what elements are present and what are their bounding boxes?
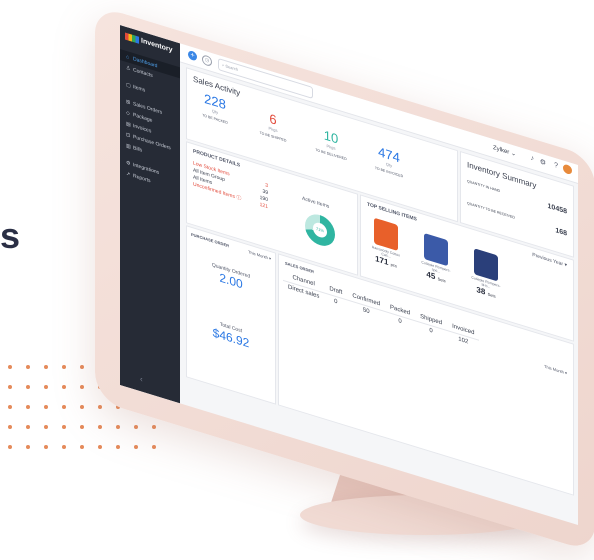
row-value: 121 bbox=[259, 201, 268, 211]
stat-to-be-shipped[interactable]: 6 Pkgs TO BE SHIPPED bbox=[253, 107, 293, 151]
decorative-dot bbox=[116, 425, 120, 429]
purchase-order-card: PURCHASE ORDER This Month ▾ Quantity Ord… bbox=[186, 225, 276, 405]
decorative-dot bbox=[26, 405, 30, 409]
decorative-dot bbox=[152, 445, 156, 449]
period-dropdown[interactable]: This Month ▾ bbox=[248, 249, 271, 261]
help-icon[interactable]: ? bbox=[554, 162, 558, 170]
decorative-dot bbox=[116, 445, 120, 449]
package-icon: ◇ bbox=[126, 109, 130, 117]
decorative-dot bbox=[44, 445, 48, 449]
nav-label: Bills bbox=[133, 144, 143, 154]
decorative-dot bbox=[80, 405, 84, 409]
bill-icon: ▥ bbox=[126, 142, 131, 150]
active-items-donut: 71% bbox=[305, 210, 335, 250]
decorative-dot bbox=[62, 405, 66, 409]
org-name: Zylker bbox=[492, 145, 510, 157]
donut-percent: 71% bbox=[313, 221, 327, 240]
collapse-sidebar-icon[interactable]: ‹ bbox=[140, 374, 143, 384]
decorative-dot bbox=[44, 405, 48, 409]
stage: s Inventory ⌂ Dashboard ♙ Contacts ▢ Ite… bbox=[0, 0, 594, 560]
qty-value: 38 bbox=[476, 284, 486, 297]
total-cost-block: Total Cost $46.92 bbox=[187, 311, 275, 358]
decorative-dot bbox=[44, 425, 48, 429]
decorative-dot bbox=[26, 425, 30, 429]
decorative-dot bbox=[98, 405, 102, 409]
stat-to-be-invoiced[interactable]: 474 Qty TO BE INVOICED bbox=[369, 142, 409, 186]
cart-icon: ⊞ bbox=[126, 98, 131, 106]
stat-to-be-packed[interactable]: 228 Qty TO BE PACKED bbox=[195, 89, 235, 133]
qty-to-receive-label: QUANTITY TO BE RECEIVED bbox=[467, 201, 515, 220]
purchase-icon: ⊡ bbox=[126, 131, 131, 139]
zoho-logo-icon bbox=[125, 32, 139, 44]
decorative-dot bbox=[152, 425, 156, 429]
sidebar: Inventory ⌂ Dashboard ♙ Contacts ▢ Items bbox=[120, 25, 180, 404]
decorative-dot bbox=[26, 385, 30, 389]
decorative-dot bbox=[62, 385, 66, 389]
decorative-dot bbox=[8, 425, 12, 429]
decorative-dot bbox=[80, 445, 84, 449]
nav-list: ⌂ Dashboard ♙ Contacts ▢ Items ⊞ Sales O… bbox=[120, 49, 180, 195]
decorative-dot bbox=[98, 425, 102, 429]
search-placeholder: Search bbox=[225, 63, 239, 73]
qty-ordered-block: Quantity Ordered 2.00 bbox=[187, 254, 275, 301]
stat-to-be-delivered[interactable]: 10 Pkgs TO BE DELIVERED bbox=[311, 124, 351, 168]
bell-icon[interactable]: ♪ bbox=[531, 155, 535, 163]
reports-icon: ↗ bbox=[126, 170, 131, 178]
decorative-dot bbox=[44, 365, 48, 369]
top-item[interactable]: Cutiepie Rompers-bl-b... 38 Sets bbox=[471, 247, 501, 301]
active-items-label: Active Items bbox=[302, 195, 330, 210]
decorative-dot bbox=[8, 365, 12, 369]
logo-text: Inventory bbox=[141, 37, 173, 55]
home-icon: ⌂ bbox=[126, 53, 130, 61]
app-screen: Inventory ⌂ Dashboard ♙ Contacts ▢ Items bbox=[120, 25, 578, 526]
decorative-dot bbox=[26, 445, 30, 449]
period-dropdown[interactable]: Previous Year ▾ bbox=[532, 252, 567, 269]
decorative-dot bbox=[62, 445, 66, 449]
period-dropdown[interactable]: This Month ▾ bbox=[544, 364, 567, 376]
qty-unit: Sets bbox=[487, 291, 496, 299]
decorative-dot bbox=[26, 365, 30, 369]
qty-to-receive-value: 168 bbox=[555, 227, 567, 238]
nav-label: Reports bbox=[133, 172, 151, 184]
decorative-dot bbox=[80, 385, 84, 389]
decorative-dot bbox=[8, 405, 12, 409]
decorative-dot bbox=[134, 445, 138, 449]
decorative-dot bbox=[134, 425, 138, 429]
history-icon[interactable]: ◷ bbox=[202, 54, 212, 68]
partial-heading: s bbox=[0, 215, 21, 256]
organization-switcher[interactable]: Zylker ⌄ bbox=[493, 144, 516, 158]
decorative-dot bbox=[44, 385, 48, 389]
decorative-dot bbox=[8, 385, 12, 389]
integration-icon: ⚙ bbox=[126, 159, 131, 167]
qty-in-hand-value: 10458 bbox=[547, 202, 567, 216]
avatar[interactable] bbox=[563, 163, 572, 176]
items-icon: ▢ bbox=[126, 81, 131, 89]
invoice-icon: ▤ bbox=[126, 120, 131, 128]
top-item[interactable]: Cutiepie Rompers-spo... 45 Sets bbox=[421, 232, 451, 286]
qty-unit: pcs bbox=[390, 261, 397, 269]
search-icon: ⌕ bbox=[222, 62, 225, 68]
decorative-dot bbox=[62, 425, 66, 429]
decorative-dot bbox=[8, 445, 12, 449]
qty-unit: Sets bbox=[437, 276, 446, 284]
qty-in-hand-label: QUANTITY IN HAND bbox=[467, 179, 500, 194]
decorative-dot bbox=[80, 365, 84, 369]
contacts-icon: ♙ bbox=[126, 64, 131, 72]
product-details-list: Low Stock Items 3 All Item Group 39 All It… bbox=[193, 160, 268, 211]
quick-create-button[interactable]: + bbox=[188, 49, 197, 62]
decorative-dot bbox=[80, 425, 84, 429]
top-item[interactable]: Hanswooly Cotton Cas... 171 pcs bbox=[371, 217, 401, 271]
gear-icon[interactable]: ⚙ bbox=[540, 157, 546, 167]
decorative-dot bbox=[98, 445, 102, 449]
qty-value: 45 bbox=[426, 269, 436, 282]
decorative-dot bbox=[62, 365, 66, 369]
